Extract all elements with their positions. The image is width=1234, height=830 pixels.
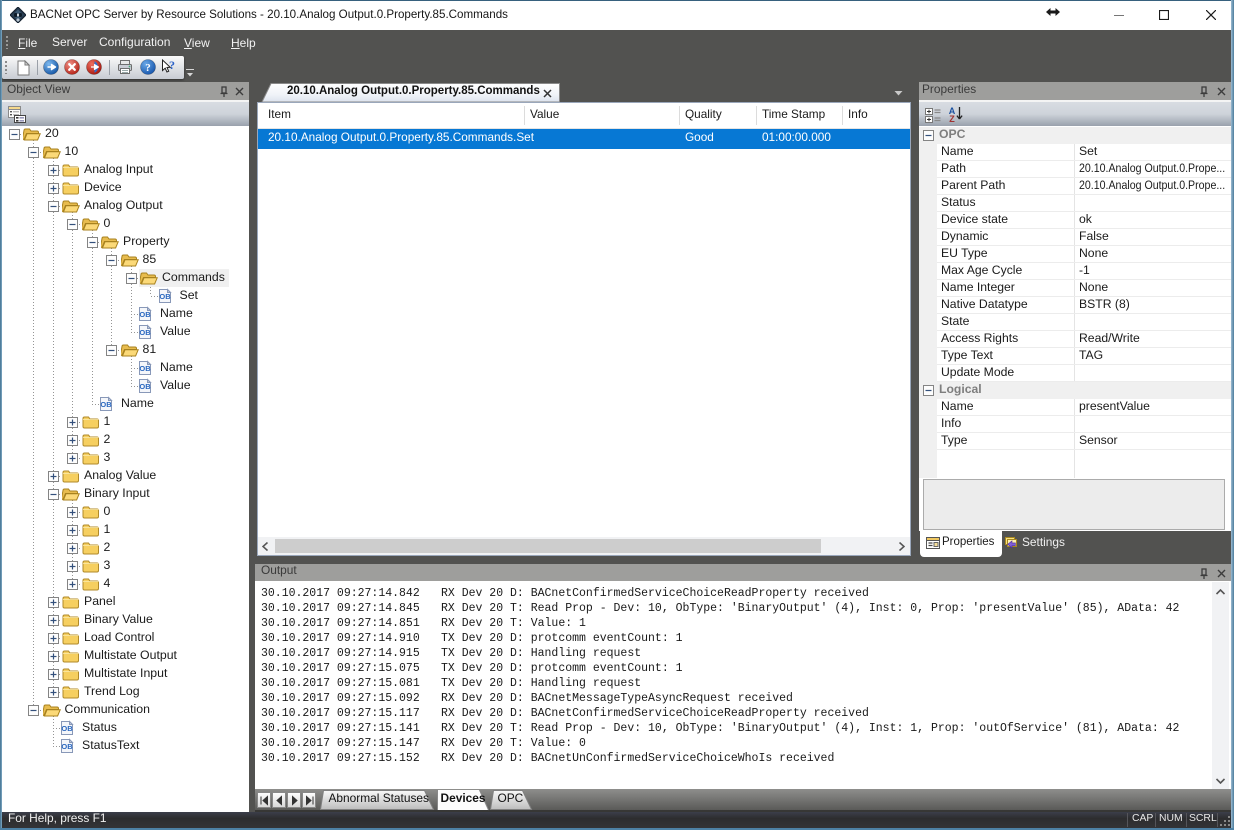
svg-text:OB: OB [100,400,112,409]
svg-text:OB: OB [61,724,73,733]
svg-text:OB: OB [139,310,151,319]
svg-text:OB: OB [139,364,151,373]
svg-text:Z: Z [949,114,955,123]
svg-text:OB: OB [61,742,73,751]
svg-text:?: ? [145,62,151,74]
svg-text:OB: OB [139,382,151,391]
svg-text:OB: OB [139,328,151,337]
svg-text:?: ? [169,59,175,72]
svg-text:OB: OB [159,292,171,301]
